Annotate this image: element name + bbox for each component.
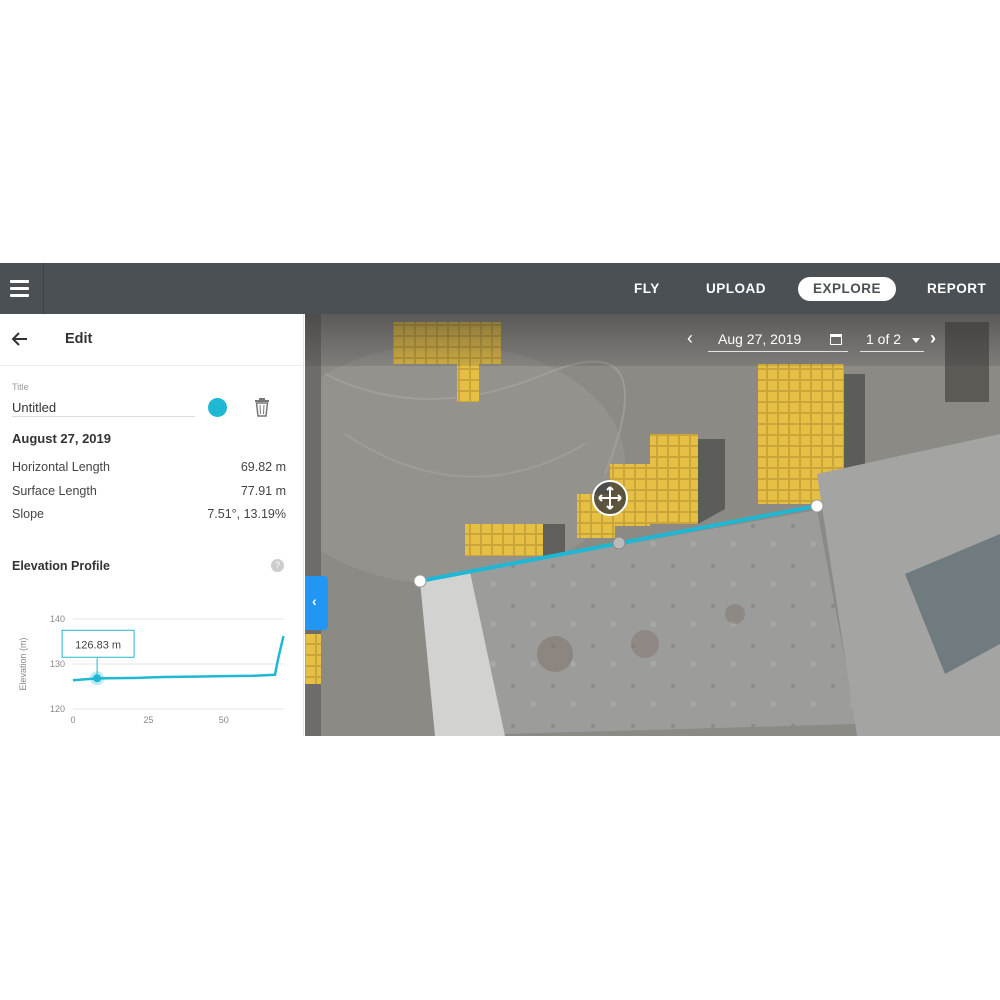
stat-label: Surface Length — [12, 484, 97, 498]
help-icon[interactable]: ? — [271, 559, 284, 572]
x-tick-label: 0 — [70, 715, 75, 725]
aerial-orthomosaic[interactable] — [305, 314, 1000, 736]
color-picker-dot[interactable] — [208, 398, 227, 417]
x-tick-label: 50 — [219, 715, 229, 725]
chevron-left-icon[interactable]: ‹ — [687, 328, 703, 350]
date-selector[interactable]: Aug 27, 2019 — [708, 328, 848, 352]
nav-report[interactable]: REPORT — [927, 279, 986, 299]
line-midpoint-handle[interactable] — [612, 536, 626, 550]
y-tick-label: 120 — [50, 704, 65, 714]
y-tick-label: 140 — [50, 614, 65, 624]
move-handle-icon[interactable] — [592, 480, 628, 516]
stat-surface-length: Surface Length 77.91 m — [12, 484, 286, 502]
date-selector-label: Aug 27, 2019 — [718, 331, 802, 347]
chevron-left-icon: ‹ — [312, 593, 317, 609]
page-selector-label: 1 of 2 — [866, 331, 902, 347]
nav-explore[interactable]: EXPLORE — [798, 277, 896, 301]
elevation-profile-chart: 12013014002550Horizontal Length (m)Eleva… — [18, 614, 285, 725]
top-navigation-bar: FLY UPLOAD EXPLORE REPORT — [0, 263, 1000, 314]
capture-date: August 27, 2019 — [12, 431, 111, 446]
stat-label: Slope — [12, 507, 44, 521]
tooltip-point — [93, 674, 102, 683]
nav-upload[interactable]: UPLOAD — [706, 279, 766, 299]
back-arrow-icon[interactable] — [10, 328, 30, 350]
stat-label: Horizontal Length — [12, 460, 110, 474]
title-field-label: Title — [12, 382, 29, 392]
y-tick-label: 130 — [50, 659, 65, 669]
line-endpoint-handle[interactable] — [810, 499, 824, 513]
x-tick-label: 25 — [143, 715, 153, 725]
measurement-edit-panel: Edit Title August 27, 2019 Horizontal Le… — [0, 314, 304, 736]
line-endpoint-handle[interactable] — [413, 574, 427, 588]
stat-value: 69.82 m — [240, 460, 286, 474]
map-view[interactable]: ‹ Aug 27, 2019 1 of 2 › ‹ — [305, 314, 1000, 736]
nav-fly[interactable]: FLY — [634, 279, 660, 299]
stat-slope: Slope 7.51°, 13.19% — [12, 507, 286, 525]
stat-horizontal-length: Horizontal Length 69.82 m — [12, 460, 286, 478]
panel-title: Edit — [65, 331, 93, 347]
stat-value: 77.91 m — [240, 484, 286, 498]
calendar-icon — [830, 334, 842, 345]
stat-value: 7.51°, 13.19% — [207, 507, 286, 521]
tooltip-label: 126.83 m — [75, 639, 121, 651]
date-navigation-bar: ‹ Aug 27, 2019 1 of 2 › — [305, 314, 1000, 366]
hamburger-menu-icon[interactable] — [0, 263, 44, 314]
chevron-right-icon[interactable]: › — [930, 328, 946, 350]
collapse-panel-button[interactable]: ‹ — [305, 576, 328, 630]
trash-icon[interactable] — [253, 398, 271, 418]
y-axis-label: Elevation (m) — [18, 637, 28, 690]
chevron-down-icon — [912, 338, 920, 343]
app-window: FLY UPLOAD EXPLORE REPORT Edit Title Aug… — [0, 263, 1000, 736]
title-input[interactable] — [12, 398, 195, 417]
dataset-page-selector[interactable]: 1 of 2 — [860, 328, 924, 352]
elevation-profile-title: Elevation Profile — [12, 559, 110, 573]
panel-header: Edit — [0, 314, 304, 366]
